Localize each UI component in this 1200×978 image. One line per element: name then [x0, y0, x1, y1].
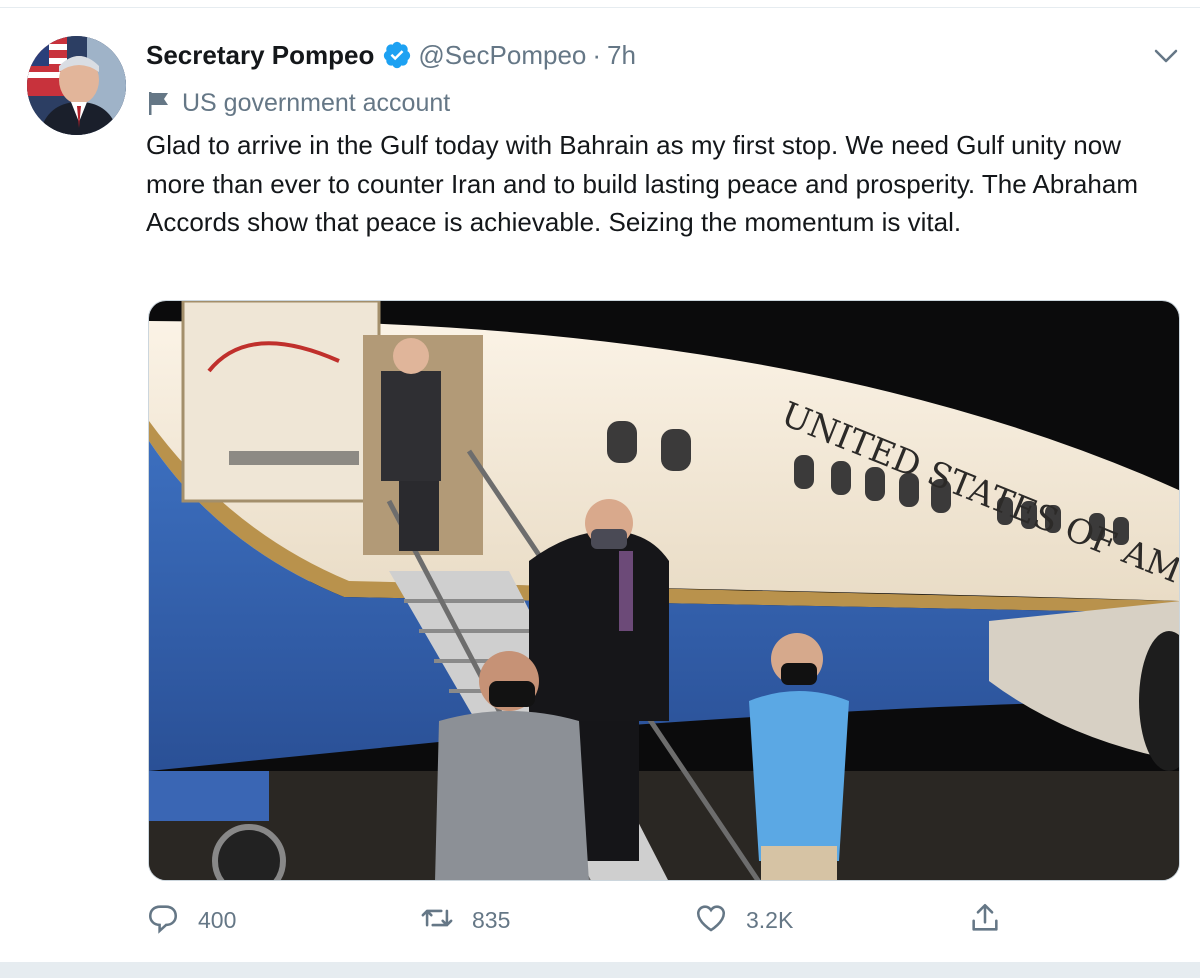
retweet-count: 835 [472, 906, 511, 933]
tweet-card[interactable]: Secretary Pompeo @SecPompeo · 7h US gove… [0, 8, 1200, 962]
like-count: 3.2K [746, 906, 794, 933]
display-name[interactable]: Secretary Pompeo [146, 40, 374, 71]
bottom-divider [0, 962, 1200, 978]
verified-badge-icon [382, 40, 412, 70]
tweet-text: Glad to arrive in the Gulf today with Ba… [146, 130, 1138, 237]
account-label: US government account [146, 86, 450, 120]
retweet-button[interactable]: 835 [420, 896, 510, 944]
heart-icon [694, 901, 728, 940]
tweet-photo[interactable]: UNITED STATES OF AM [148, 300, 1180, 881]
reply-button[interactable]: 400 [146, 896, 236, 944]
separator-dot: · [592, 39, 602, 70]
like-button[interactable]: 3.2K [694, 896, 793, 944]
tweet-header: Secretary Pompeo @SecPompeo · 7h [146, 36, 636, 74]
top-divider [0, 0, 1200, 8]
handle[interactable]: @SecPompeo [418, 40, 586, 71]
share-icon [968, 901, 1002, 940]
reply-count: 400 [198, 906, 237, 933]
chevron-down-icon[interactable] [1152, 44, 1180, 68]
reply-icon [146, 901, 180, 940]
flag-icon [146, 89, 172, 117]
account-label-text: US government account [182, 88, 451, 117]
share-button[interactable] [968, 896, 1002, 944]
avatar[interactable] [27, 36, 126, 135]
retweet-icon [420, 901, 454, 940]
tweet-actions: 400 835 3.2K [146, 896, 1046, 944]
timestamp[interactable]: 7h [607, 40, 636, 71]
